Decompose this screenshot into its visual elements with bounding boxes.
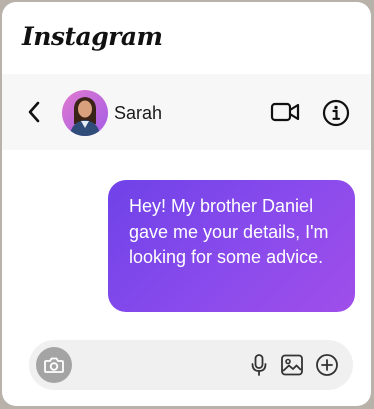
avatar-image xyxy=(62,90,108,136)
add-button[interactable] xyxy=(314,352,340,378)
microphone-icon xyxy=(251,354,267,376)
chevron-left-icon xyxy=(28,101,40,123)
video-camera-icon xyxy=(270,102,300,122)
chat-header: Sarah xyxy=(2,74,371,150)
message-input[interactable] xyxy=(81,350,245,382)
camera-button[interactable] xyxy=(36,347,72,383)
image-button[interactable] xyxy=(279,352,305,378)
back-button[interactable] xyxy=(22,98,46,126)
info-circle-icon xyxy=(322,99,350,127)
contact-name[interactable]: Sarah xyxy=(114,103,162,124)
message-bubble-outgoing[interactable]: Hey! My brother Daniel gave me your deta… xyxy=(108,180,355,312)
image-icon xyxy=(281,354,303,376)
chat-window: Instagram Sarah Hey! My brother Daniel g… xyxy=(2,2,371,406)
info-button[interactable] xyxy=(321,98,351,128)
camera-icon xyxy=(44,357,64,373)
message-composer xyxy=(29,340,353,390)
plus-circle-icon xyxy=(316,354,338,376)
instagram-logo: Instagram xyxy=(22,22,163,51)
video-call-button[interactable] xyxy=(268,98,302,126)
microphone-button[interactable] xyxy=(246,352,272,378)
avatar[interactable] xyxy=(62,90,108,136)
